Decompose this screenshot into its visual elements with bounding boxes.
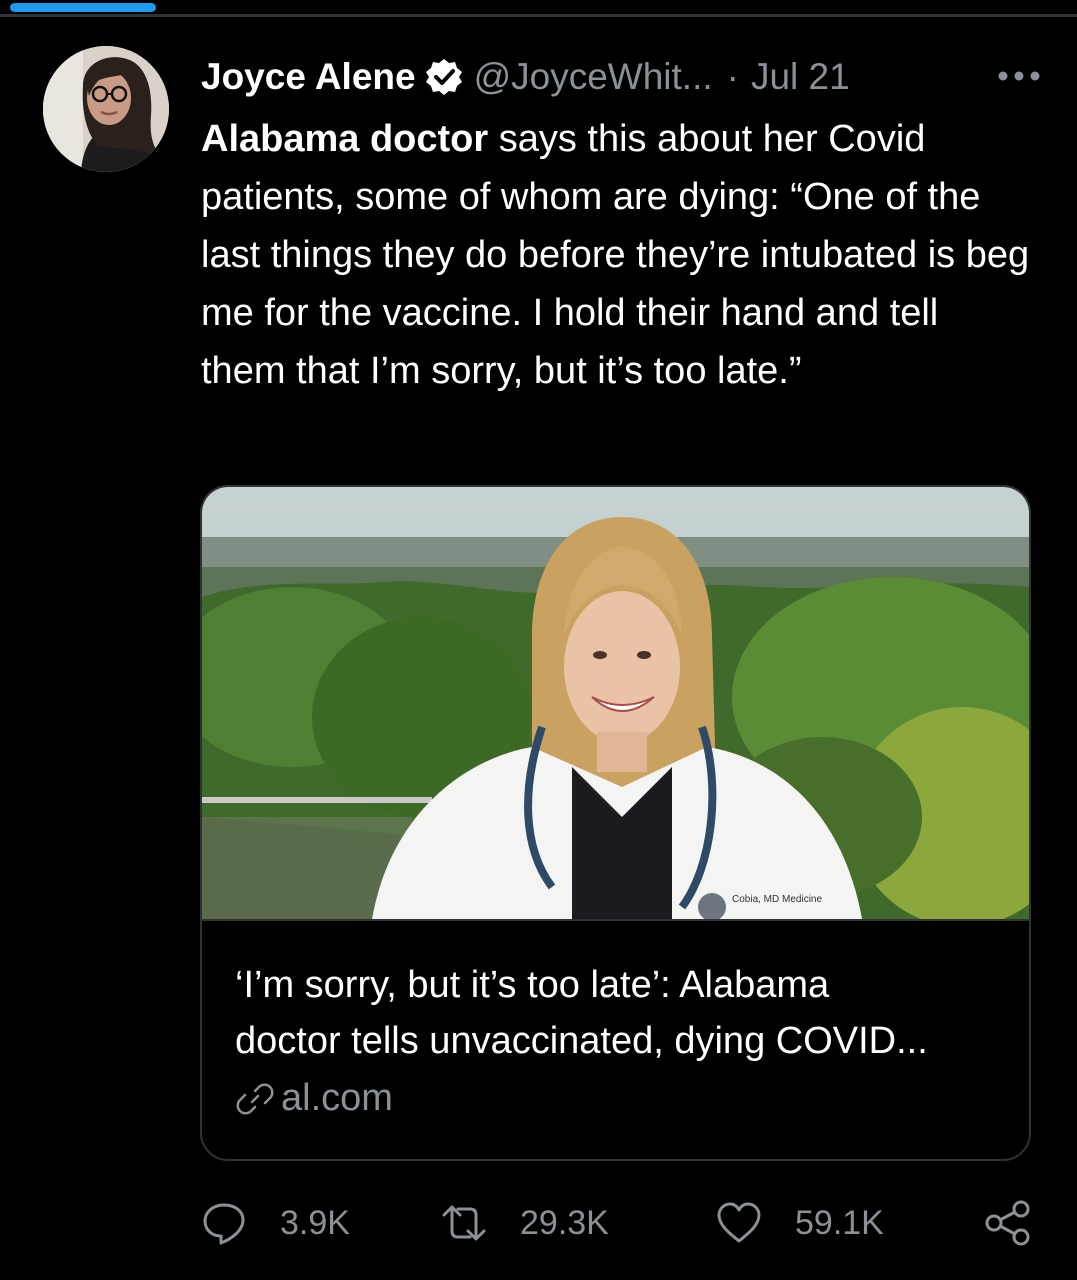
heart-icon [717, 1202, 761, 1243]
link-preview-card[interactable]: Cobia, MD Medicine ‘I’m sorry, but it’s … [200, 485, 1031, 1161]
more-options-icon[interactable] [997, 64, 1041, 88]
tweet-date[interactable]: Jul 21 [751, 56, 850, 98]
card-photo: Cobia, MD Medicine [202, 487, 1029, 921]
coat-embroidery-text: Cobia, MD Medicine [732, 894, 822, 905]
display-name[interactable]: Joyce Alene [201, 56, 416, 98]
retweet-button[interactable]: 29.3K [440, 1195, 609, 1251]
card-domain-text: al.com [281, 1077, 393, 1119]
loading-progress-bar [10, 3, 156, 12]
tweet-actions-bar: 3.9K 29.3K 59.1K [200, 1195, 1040, 1251]
card-domain[interactable]: al.com [235, 1077, 393, 1120]
user-handle[interactable]: @JoyceWhit... [474, 56, 713, 98]
retweet-icon [442, 1205, 486, 1241]
like-count: 59.1K [795, 1203, 884, 1242]
avatar[interactable] [43, 46, 169, 172]
tweet-header: Joyce Alene @JoyceWhit... · Jul 21 [201, 50, 1041, 104]
tweet-text-bold: Alabama doctor [201, 118, 489, 160]
card-title[interactable]: ‘I’m sorry, but it’s too late’: Alabama … [235, 957, 1005, 1069]
reply-button[interactable]: 3.9K [200, 1195, 350, 1251]
share-icon [985, 1200, 1030, 1246]
reply-count: 3.9K [280, 1203, 350, 1242]
card-title-line-2: doctor tells unvaccinated, dying COVID..… [235, 1020, 928, 1062]
retweet-count: 29.3K [520, 1203, 609, 1242]
separator-dot: · [726, 56, 739, 97]
like-button[interactable]: 59.1K [715, 1195, 884, 1251]
share-button[interactable] [983, 1195, 1033, 1251]
link-icon [236, 1083, 274, 1114]
verified-badge-icon [425, 59, 462, 95]
reply-icon [203, 1203, 245, 1245]
top-divider [0, 14, 1077, 17]
tweet-text: Alabama doctor says this about her Covid… [201, 110, 1031, 400]
card-title-line-1: ‘I’m sorry, but it’s too late’: Alabama [235, 964, 830, 1006]
